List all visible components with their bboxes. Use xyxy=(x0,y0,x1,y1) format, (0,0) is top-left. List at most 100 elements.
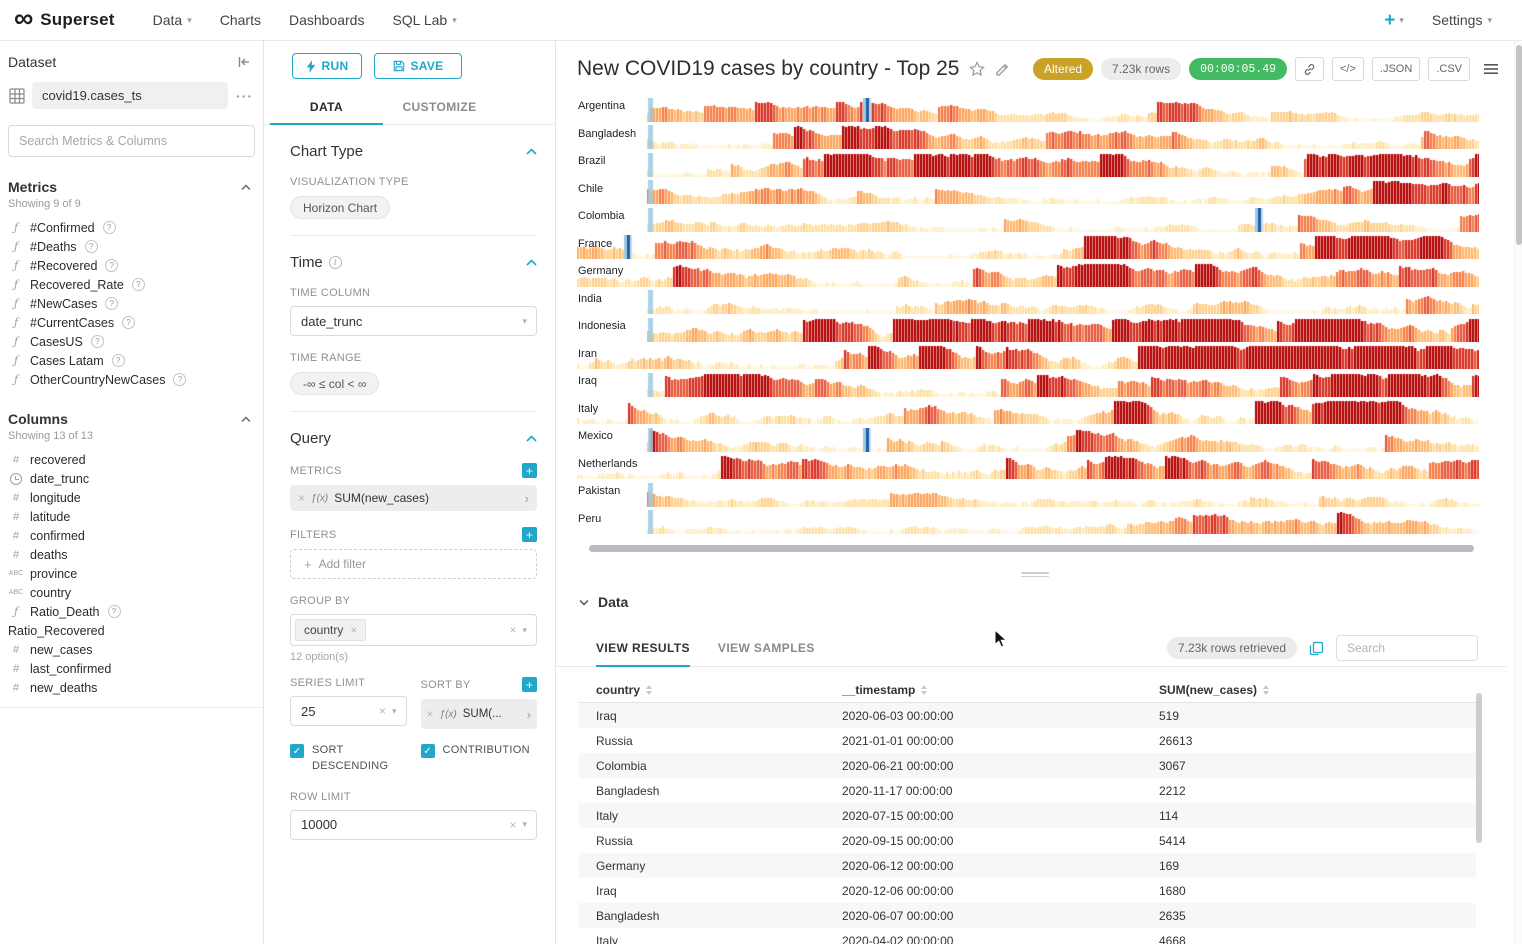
horizon-row[interactable]: Chile xyxy=(577,178,1479,206)
metric-item[interactable]: #Deaths ? xyxy=(0,237,263,256)
sort-by-chip[interactable]: × ƒ(x) SUM(... › xyxy=(421,699,538,729)
save-button[interactable]: SAVE xyxy=(374,53,462,79)
panel-resize-handle[interactable] xyxy=(1021,570,1049,579)
horizon-row[interactable]: India xyxy=(577,288,1479,316)
column-item[interactable]: Ratio_Death ? xyxy=(0,602,263,621)
metric-item[interactable]: Recovered_Rate ? xyxy=(0,275,263,294)
table-column-header[interactable]: SUM(new_cases) xyxy=(1142,683,1476,697)
column-item[interactable]: latitude ? xyxy=(0,507,263,526)
help-icon[interactable]: ? xyxy=(173,373,186,386)
table-row[interactable]: Iraq 2020-12-06 00:00:00 1680 xyxy=(579,878,1476,903)
chart-menu-button[interactable] xyxy=(1478,57,1504,81)
control-tab[interactable]: DATA xyxy=(270,91,383,124)
column-item[interactable]: new_cases ? xyxy=(0,640,263,659)
export-csv-button[interactable]: .CSV xyxy=(1428,57,1470,81)
horizon-row[interactable]: Netherlands xyxy=(577,453,1479,481)
settings-menu[interactable]: Settings ▾ xyxy=(1418,0,1506,40)
dataset-more-icon[interactable]: ··· xyxy=(234,88,255,104)
table-row[interactable]: Russia 2020-09-15 00:00:00 5414 xyxy=(579,828,1476,853)
horizon-row[interactable]: Germany xyxy=(577,260,1479,288)
horizon-row[interactable]: Iran xyxy=(577,343,1479,371)
series-limit-select[interactable]: 25 × ▾ xyxy=(290,696,407,726)
table-row[interactable]: Iraq 2020-06-03 00:00:00 519 xyxy=(579,703,1476,728)
add-metric-button[interactable]: + xyxy=(522,463,537,478)
table-column-header[interactable]: __timestamp xyxy=(825,683,1142,697)
results-search-input[interactable] xyxy=(1336,635,1478,661)
horizon-row[interactable]: France xyxy=(577,233,1479,261)
column-item[interactable]: Ratio_Recovered ? xyxy=(0,621,263,640)
help-icon[interactable]: ? xyxy=(108,605,121,618)
time-range-value[interactable]: -∞ ≤ col < ∞ xyxy=(290,372,379,395)
horizon-row[interactable]: Bangladesh xyxy=(577,123,1479,151)
data-tab[interactable]: VIEW RESULTS xyxy=(596,641,690,666)
clear-icon[interactable]: × xyxy=(379,705,386,717)
visualization-type-value[interactable]: Horizon Chart xyxy=(290,196,390,219)
copy-to-clipboard-icon[interactable] xyxy=(1309,641,1324,656)
help-icon[interactable]: ? xyxy=(103,221,116,234)
nav-item[interactable]: Dashboards ▾ xyxy=(275,0,379,40)
help-icon[interactable]: ? xyxy=(132,278,145,291)
copy-link-button[interactable] xyxy=(1295,57,1324,81)
nav-item[interactable]: Charts ▾ xyxy=(206,0,275,40)
altered-badge[interactable]: Altered xyxy=(1033,58,1093,80)
help-icon[interactable]: ? xyxy=(122,316,135,329)
help-icon[interactable]: ? xyxy=(105,259,118,272)
metric-item[interactable]: Cases Latam ? xyxy=(0,351,263,370)
chevron-up-icon[interactable] xyxy=(241,184,251,191)
chevron-up-icon[interactable] xyxy=(526,435,537,443)
row-limit-select[interactable]: 10000 × ▾ xyxy=(290,810,537,840)
column-item[interactable]: last_confirmed ? xyxy=(0,659,263,678)
horizon-row[interactable]: Iraq xyxy=(577,370,1479,398)
metric-item[interactable]: #Recovered ? xyxy=(0,256,263,275)
add-filter-dropzone[interactable]: + Add filter xyxy=(290,549,537,579)
collapse-panel-icon[interactable] xyxy=(237,55,251,69)
run-button[interactable]: RUN xyxy=(292,53,362,79)
help-icon[interactable]: ? xyxy=(91,335,104,348)
metric-item[interactable]: OtherCountryNewCases ? xyxy=(0,370,263,389)
edit-pencil-icon[interactable] xyxy=(995,62,1010,77)
contribution-checkbox[interactable]: ✓ CONTRIBUTION xyxy=(421,743,538,775)
chart-horizontal-scrollbar[interactable] xyxy=(589,545,1474,552)
remove-sort-icon[interactable]: × xyxy=(427,708,434,720)
table-row[interactable]: Colombia 2020-06-21 00:00:00 3067 xyxy=(579,753,1476,778)
metric-chip[interactable]: × ƒ(x) SUM(new_cases) › xyxy=(290,485,537,511)
column-item[interactable]: confirmed ? xyxy=(0,526,263,545)
table-row[interactable]: Italy 2020-07-15 00:00:00 114 xyxy=(579,803,1476,828)
add-sort-button[interactable]: + xyxy=(522,677,537,692)
column-item[interactable]: deaths ? xyxy=(0,545,263,564)
column-item[interactable]: country ? xyxy=(0,583,263,602)
horizon-row[interactable]: Mexico xyxy=(577,425,1479,453)
horizon-row[interactable]: Argentina xyxy=(577,95,1479,123)
data-panel-header[interactable]: Data xyxy=(579,594,628,610)
chevron-up-icon[interactable] xyxy=(241,416,251,423)
horizon-row[interactable]: Pakistan xyxy=(577,480,1479,508)
sort-descending-checkbox[interactable]: ✓ SORT DESCENDING xyxy=(290,743,407,775)
metric-item[interactable]: #Confirmed ? xyxy=(0,218,263,237)
column-item[interactable]: date_trunc ? xyxy=(0,469,263,488)
help-icon[interactable]: ? xyxy=(112,354,125,367)
column-item[interactable]: recovered ? xyxy=(0,450,263,469)
page-scrollbar-thumb[interactable] xyxy=(1516,45,1522,245)
add-filter-button[interactable]: + xyxy=(522,527,537,542)
clear-icon[interactable]: × xyxy=(509,624,516,636)
metric-item[interactable]: #NewCases ? xyxy=(0,294,263,313)
data-tab[interactable]: VIEW SAMPLES xyxy=(718,641,815,666)
embed-code-button[interactable]: </> xyxy=(1332,57,1364,81)
table-column-header[interactable]: country xyxy=(579,683,825,697)
chevron-up-icon[interactable] xyxy=(526,259,537,267)
table-row[interactable]: Germany 2020-06-12 00:00:00 169 xyxy=(579,853,1476,878)
column-item[interactable]: longitude ? xyxy=(0,488,263,507)
column-item[interactable]: new_deaths ? xyxy=(0,678,263,697)
time-column-select[interactable]: date_trunc ▾ xyxy=(290,306,537,336)
help-icon[interactable]: ? xyxy=(85,240,98,253)
page-scrollbar[interactable] xyxy=(1514,41,1522,944)
control-tab[interactable]: CUSTOMIZE xyxy=(383,91,496,124)
horizon-row[interactable]: Peru xyxy=(577,508,1479,536)
metrics-columns-search-input[interactable] xyxy=(8,125,255,157)
remove-tag-icon[interactable]: × xyxy=(350,624,357,636)
nav-item[interactable]: Data ▾ xyxy=(139,0,206,40)
group-by-select[interactable]: country × × ▾ xyxy=(290,614,537,646)
superset-logo[interactable]: ∞ Superset xyxy=(14,8,115,32)
table-row[interactable]: Bangladesh 2020-06-07 00:00:00 2635 xyxy=(579,903,1476,928)
horizon-row[interactable]: Indonesia xyxy=(577,315,1479,343)
